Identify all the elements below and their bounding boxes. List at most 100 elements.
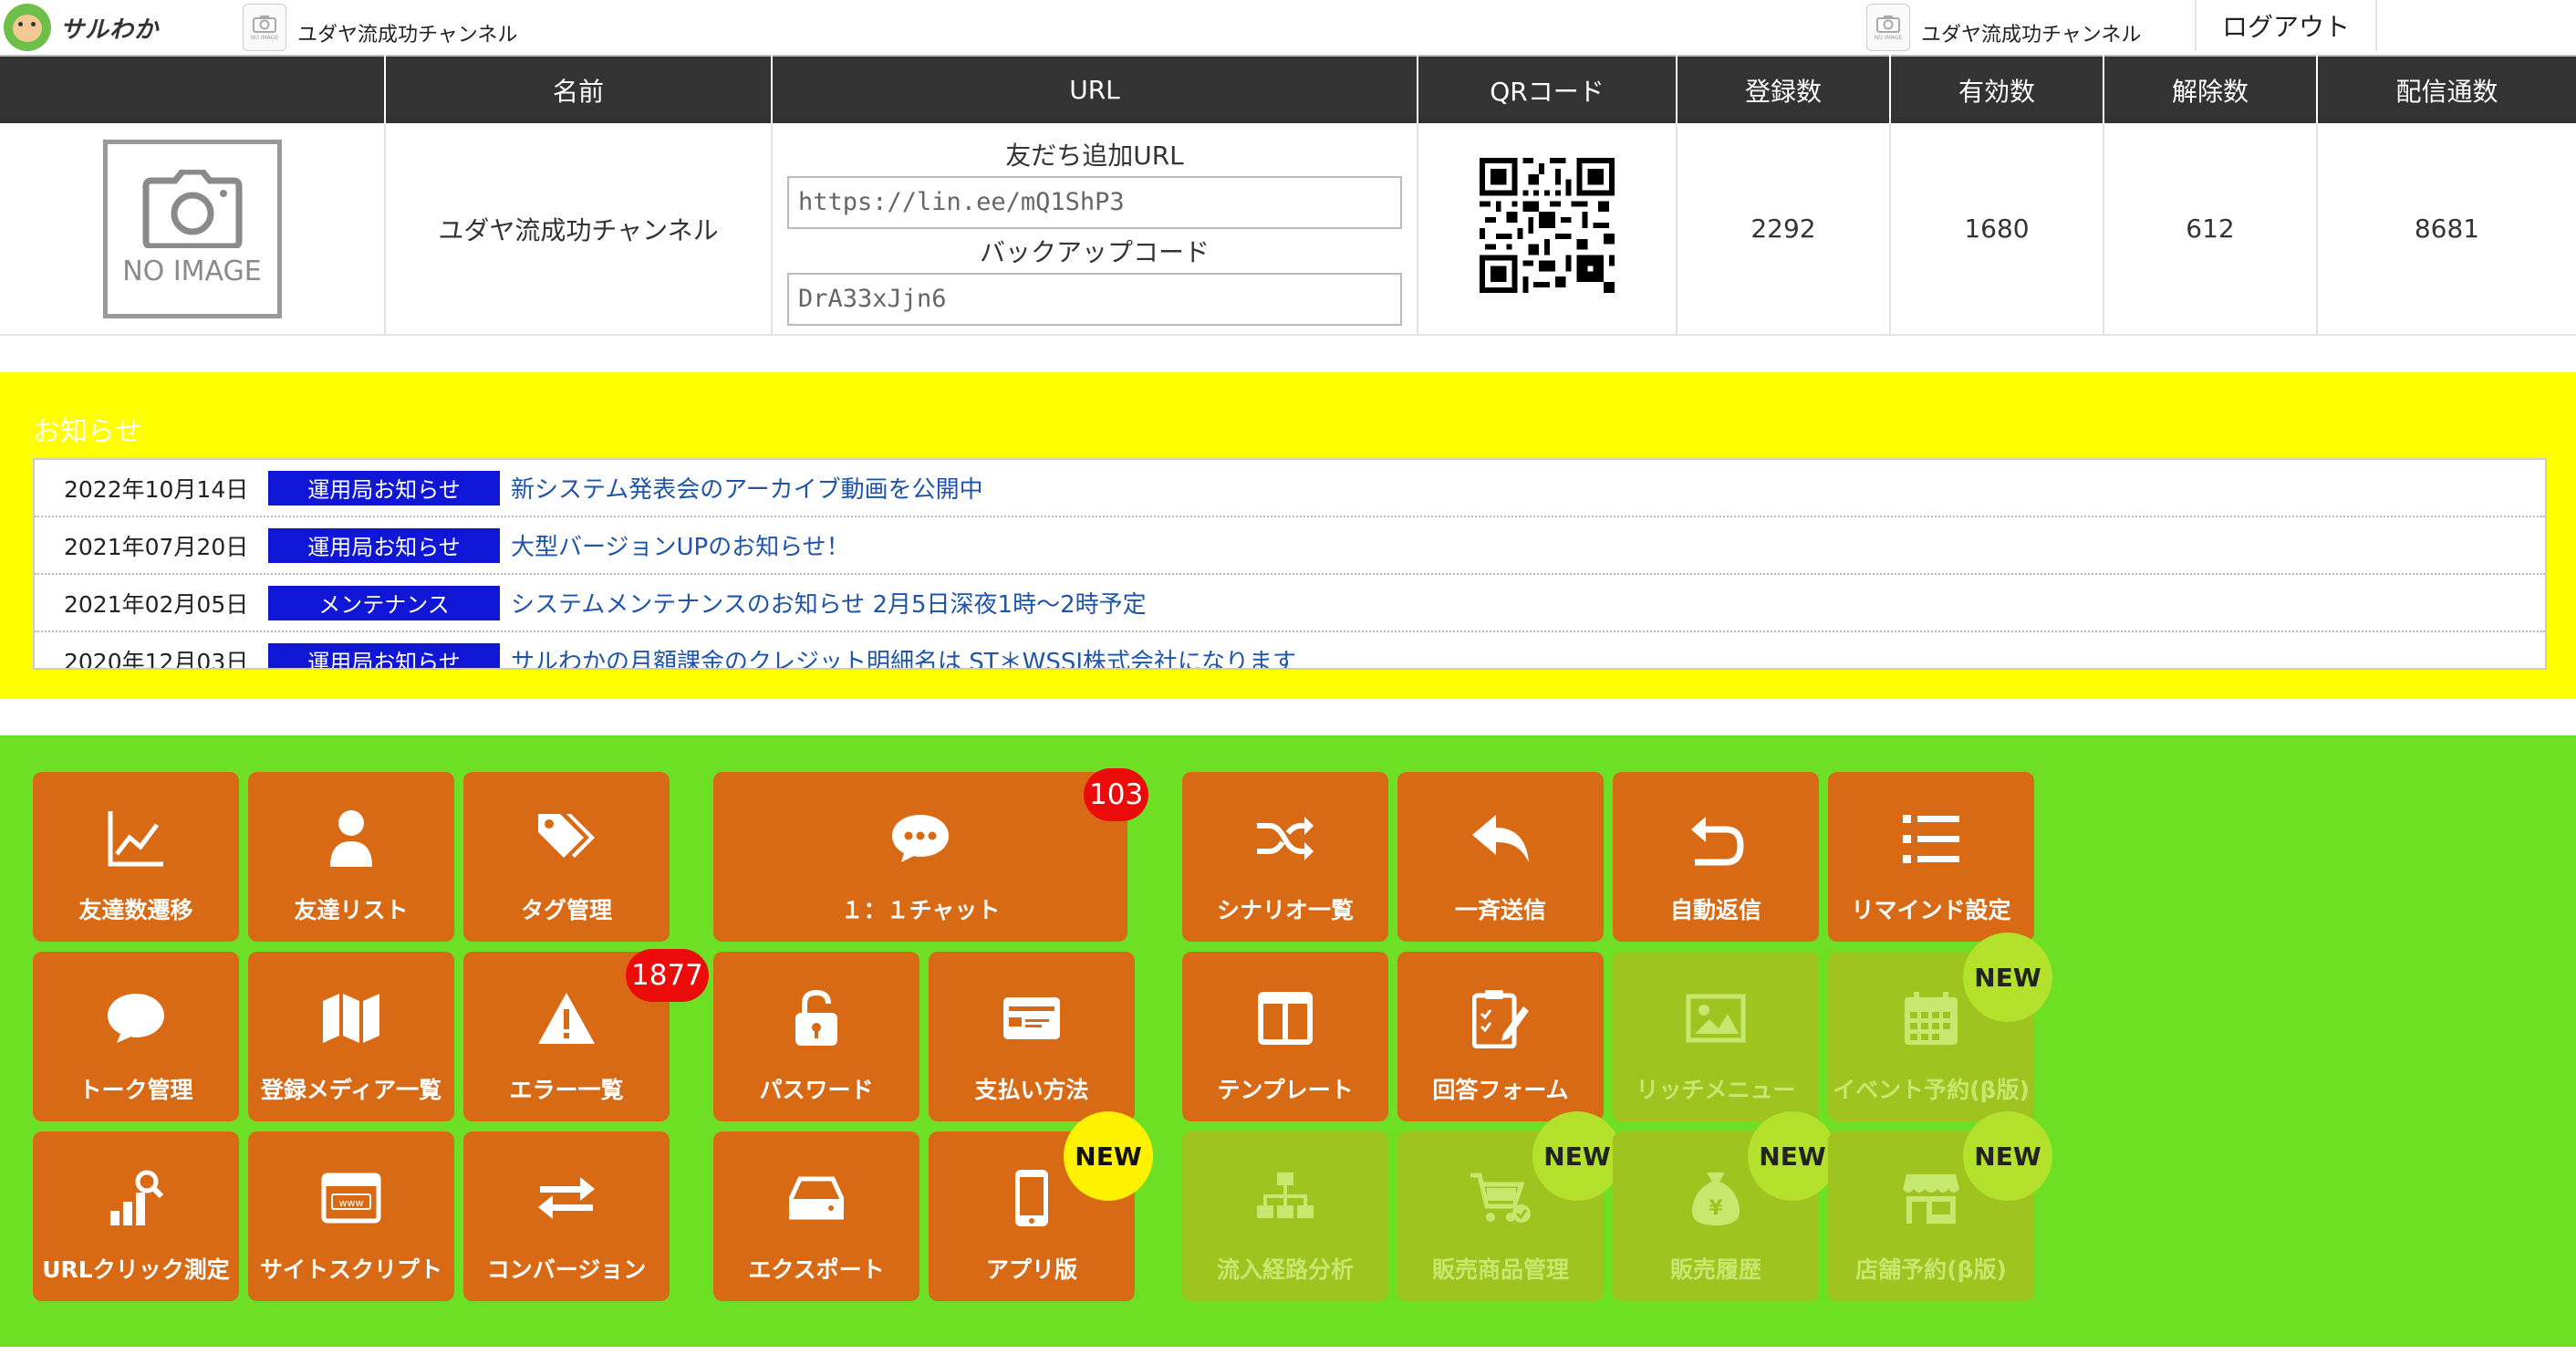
account-switcher-right[interactable]: NO IMAGE ユダヤ流成功チャンネル	[1866, 2, 2141, 53]
inflow-analysis-button[interactable]: 流入経路分析	[1182, 1131, 1388, 1301]
new-badge: NEW	[1748, 1111, 1837, 1201]
column-header-unsubscribed: 解除数	[2103, 55, 2318, 123]
svg-text:¥: ¥	[1709, 1197, 1723, 1220]
tile-label: 回答フォーム	[1432, 1077, 1569, 1103]
account-image-placeholder[interactable]: NO IMAGE	[102, 139, 282, 318]
logo[interactable]: サルわか	[4, 4, 159, 51]
export-button[interactable]: エクスポート	[713, 1131, 919, 1301]
news-category-badge: 運用局お知らせ	[268, 642, 500, 668]
news-date: 2020年12月03日	[64, 648, 249, 670]
column-header-active: 有効数	[1890, 55, 2104, 123]
rich-menu-button[interactable]: リッチメニュー	[1613, 952, 1819, 1121]
account-name-cell: ユダヤ流成功チャンネル	[385, 123, 773, 336]
account-switcher-left[interactable]: NO IMAGE ユダヤ流成功チャンネル	[243, 2, 517, 53]
hard-drive-icon	[789, 1176, 844, 1220]
chat-button[interactable]: １：１チャット	[713, 772, 1127, 942]
account-avatar: NO IMAGE	[243, 4, 286, 51]
chat-bubble-icon	[892, 815, 949, 862]
list-icon	[1903, 815, 1959, 863]
news-link[interactable]: 新システム発表会のアーカイブ動画を公開中	[511, 471, 983, 505]
tile-label: タグ管理	[520, 897, 612, 923]
column-header-registered: 登録数	[1677, 55, 1891, 123]
table-header-row: 名前 URL QRコード 登録数 有効数 解除数 配信通数	[0, 55, 2576, 123]
remind-settings-button[interactable]: リマインド設定	[1828, 772, 2034, 942]
sitemap-icon	[1257, 1173, 1314, 1218]
news-item[interactable]: 2020年12月03日 運用局お知らせ サルわかの月額課金のクレジット明細名は …	[35, 632, 2545, 670]
account-name: ユダヤ流成功チャンネル	[1921, 24, 2142, 47]
tile-label: 一斉送信	[1454, 897, 1546, 923]
delivery-count: 8681	[2317, 123, 2576, 336]
user-icon	[330, 810, 372, 867]
tags-icon	[538, 814, 595, 858]
account-table: 名前 URL QRコード 登録数 有効数 解除数 配信通数 NO IMAGE ユ…	[0, 55, 2576, 336]
news-date: 2021年02月05日	[64, 590, 249, 618]
logout-button[interactable]: ログアウト	[2195, 0, 2377, 51]
news-date: 2022年10月14日	[64, 475, 249, 503]
news-item[interactable]: 2021年02月05日 メンテナンス システムメンテナンスのお知らせ 2月5日深…	[35, 575, 2545, 632]
unread-chat-badge: 103	[1084, 768, 1149, 821]
media-list-button[interactable]: 登録メディア一覧	[248, 952, 454, 1121]
friend-trend-button[interactable]: 友達数遷移	[33, 772, 239, 942]
scenario-list-button[interactable]: シナリオ一覧	[1182, 772, 1388, 942]
tag-manage-button[interactable]: タグ管理	[463, 772, 670, 942]
tile-label: 登録メディア一覧	[260, 1077, 442, 1103]
column-header-image	[0, 55, 386, 123]
news-category-badge: 運用局お知らせ	[268, 470, 500, 506]
password-button[interactable]: パスワード	[713, 952, 919, 1121]
template-button[interactable]: テンプレート	[1182, 952, 1388, 1121]
tile-label: コンバージョン	[486, 1256, 647, 1283]
qr-code-icon[interactable]	[1480, 158, 1615, 293]
answer-form-button[interactable]: 回答フォーム	[1397, 952, 1604, 1121]
friend-list-button[interactable]: 友達リスト	[248, 772, 454, 942]
news-date: 2021年07月20日	[64, 533, 249, 560]
speech-bubble-icon	[108, 994, 164, 1043]
reply-icon	[1472, 815, 1529, 862]
news-title: お知らせ	[33, 416, 142, 448]
new-badge: NEW	[1064, 1111, 1153, 1201]
news-item[interactable]: 2021年07月20日 運用局お知らせ 大型バージョンUPのお知らせ！	[35, 517, 2545, 575]
storefront-icon	[1903, 1174, 1959, 1224]
tile-label: 自動返信	[1669, 897, 1761, 923]
qr-cell	[1418, 123, 1678, 336]
feature-menu: 友達数遷移 友達リスト タグ管理 １：１チャット 103 シナリオ一覧 一斉送信…	[0, 735, 2576, 1347]
registered-count: 2292	[1677, 123, 1891, 336]
tile-label: テンプレート	[1217, 1077, 1354, 1103]
tile-label: アプリ版	[985, 1256, 1077, 1283]
account-avatar: NO IMAGE	[1866, 4, 1910, 51]
backup-code-field[interactable]	[787, 272, 1402, 326]
undo-icon	[1691, 817, 1744, 866]
browser-window-icon: www	[321, 1173, 381, 1224]
camera-icon	[1876, 15, 1900, 33]
talk-manage-button[interactable]: トーク管理	[33, 952, 239, 1121]
unsubscribed-count: 612	[2103, 123, 2318, 336]
news-item[interactable]: 2022年10月14日 運用局お知らせ 新システム発表会のアーカイブ動画を公開中	[35, 460, 2545, 517]
broadcast-button[interactable]: 一斉送信	[1397, 772, 1604, 942]
credit-card-icon	[1003, 997, 1060, 1039]
news-link[interactable]: システムメンテナンスのお知らせ 2月5日深夜1時〜2時予定	[511, 586, 1147, 620]
logo-text: サルわか	[60, 16, 160, 44]
conversion-button[interactable]: コンバージョン	[463, 1131, 670, 1301]
tile-label: 販売商品管理	[1431, 1256, 1569, 1283]
avatar-placeholder-label: NO IMAGE	[1874, 34, 1903, 41]
image-icon	[1686, 994, 1746, 1043]
news-link[interactable]: 大型バージョンUPのお知らせ！	[511, 528, 850, 562]
tile-label: 友達リスト	[294, 897, 409, 923]
news-link[interactable]: サルわかの月額課金のクレジット明細名は ST＊WSSJ株式会社になります	[511, 643, 1296, 668]
column-header-url: URL	[772, 55, 1418, 123]
account-name: ユダヤ流成功チャンネル	[297, 24, 518, 47]
auto-reply-button[interactable]: 自動返信	[1613, 772, 1819, 942]
warning-icon	[538, 993, 595, 1044]
news-list[interactable]: 2022年10月14日 運用局お知らせ 新システム発表会のアーカイブ動画を公開中…	[33, 458, 2547, 670]
url-click-button[interactable]: URLクリック測定	[33, 1131, 239, 1301]
site-script-button[interactable]: www サイトスクリプト	[248, 1131, 454, 1301]
news-section: お知らせ 2022年10月14日 運用局お知らせ 新システム発表会のアーカイブ動…	[0, 372, 2576, 699]
calendar-icon	[1905, 992, 1958, 1045]
tile-label: 販売履歴	[1669, 1256, 1761, 1283]
friend-url-label: 友だち追加URL	[1005, 140, 1184, 171]
backup-code-label: バックアップコード	[979, 236, 1210, 267]
account-image-cell: NO IMAGE	[0, 123, 386, 336]
no-image-label: NO IMAGE	[122, 255, 262, 287]
friend-url-field[interactable]	[787, 175, 1402, 229]
payment-method-button[interactable]: 支払い方法	[929, 952, 1135, 1121]
tile-label: 店舗予約(β版)	[1855, 1256, 2007, 1283]
